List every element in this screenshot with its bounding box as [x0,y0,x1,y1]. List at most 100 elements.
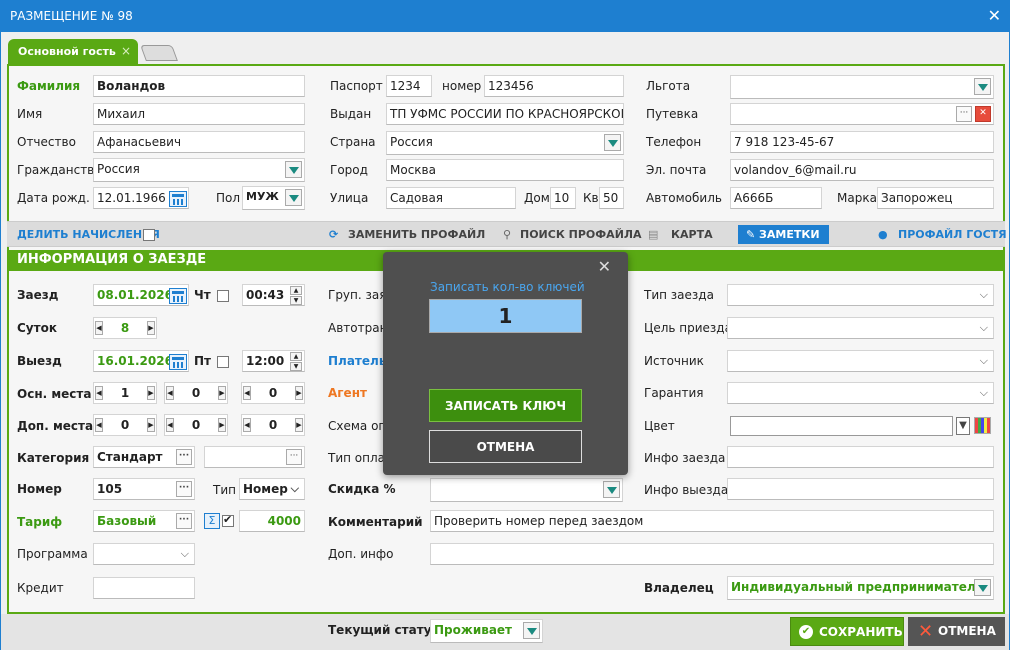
search-profile-button[interactable]: ПОИСК ПРОФАЙЛА [520,228,642,241]
increment-icon[interactable]: ▶ [147,386,155,400]
arrival-type-select[interactable]: ⌵ [727,284,994,306]
tab-close-icon[interactable]: × [121,44,131,58]
dropdown-icon[interactable] [974,78,991,95]
increment-icon[interactable]: ▶ [218,386,226,400]
first-name-field[interactable]: Михаил [93,103,305,125]
chevron-down-icon[interactable]: ⌵ [980,354,988,368]
time-spinner[interactable]: ▲ ▼ [290,351,302,371]
color-field[interactable] [730,416,953,436]
nights-stepper[interactable]: ◀ 8 ▶ [93,317,157,339]
calendar-icon[interactable] [169,288,187,304]
patronymic-field[interactable]: Афанасьевич [93,131,305,153]
dep-info-field[interactable] [727,478,994,500]
tariff-field[interactable]: Базовый ··· [93,510,195,532]
departure-time-field[interactable]: 12:00 ▲ ▼ [242,350,305,372]
dropdown-icon[interactable] [974,579,991,596]
decrement-icon[interactable]: ◀ [243,418,251,432]
category-field[interactable]: Стандарт ··· [93,446,195,468]
country-select[interactable]: Россия [386,131,624,155]
source-select[interactable]: ⌵ [727,350,994,372]
dropdown-icon[interactable] [285,161,302,178]
city-field[interactable]: Москва [386,159,624,181]
increment-icon[interactable]: ▶ [295,418,303,432]
extra-beds-stepper-2[interactable]: ◀ 0 ▶ [164,414,228,436]
birth-date-field[interactable]: 12.01.1966 [93,187,189,209]
departure-day-checkbox[interactable] [217,356,229,368]
notes-button[interactable]: ✎ ЗАМЕТКИ [738,225,829,244]
decrement-icon[interactable]: ◀ [95,321,103,335]
last-name-field[interactable]: Воландов [93,75,305,97]
more-icon[interactable]: ··· [176,481,192,497]
color-dropdown-icon[interactable]: ▼ [956,417,970,435]
tab-add[interactable] [140,45,178,61]
guarantee-select[interactable]: ⌵ [727,382,994,404]
map-button[interactable]: КАРТА [671,228,713,241]
main-beds-stepper-3[interactable]: ◀ 0 ▶ [241,382,305,404]
dropdown-icon[interactable] [604,134,621,151]
addinfo-field[interactable] [430,543,994,565]
passport-number-field[interactable]: 123456 [484,75,624,97]
more-icon[interactable]: ··· [286,449,302,465]
dropdown-icon[interactable] [603,481,620,498]
increment-icon[interactable]: ▶ [218,418,226,432]
close-icon[interactable]: ✕ [598,257,611,276]
decrement-icon[interactable]: ◀ [95,386,103,400]
credit-field[interactable] [93,577,195,599]
sum-icon[interactable]: Σ [204,513,220,529]
more-icon[interactable]: ··· [176,449,192,465]
calendar-icon[interactable] [169,191,187,207]
chevron-down-icon[interactable]: ⌵ [181,547,189,561]
subcategory-field[interactable]: ··· [204,446,305,468]
dialog-cancel-button[interactable]: ОТМЕНА [429,430,582,463]
calendar-icon[interactable] [169,354,187,370]
chevron-down-icon[interactable]: ⌵ [980,288,988,302]
dropdown-icon[interactable] [285,189,302,206]
benefit-select[interactable] [730,75,994,99]
chevron-down-icon[interactable]: ⌵ [980,386,988,400]
main-beds-stepper-2[interactable]: ◀ 0 ▶ [164,382,228,404]
arrival-day-checkbox[interactable] [217,290,229,302]
gender-select[interactable]: МУЖ [242,186,305,210]
car-field[interactable]: А666Б [730,187,822,209]
guest-profile-button[interactable]: ПРОФАЙЛ ГОСТЯ [898,228,1007,241]
split-charges-checkbox[interactable] [143,229,155,241]
keys-count-field[interactable]: 1 [429,299,582,333]
status-select[interactable]: Проживает [430,619,543,643]
decrement-icon[interactable]: ◀ [243,386,251,400]
street-field[interactable]: Садовая [386,187,516,209]
dropdown-icon[interactable] [523,622,540,639]
voucher-field[interactable]: ··· ✕ [730,103,994,125]
apt-field[interactable]: 50 [599,187,624,209]
more-icon[interactable]: ··· [956,106,972,122]
write-key-button[interactable]: ЗАПИСАТЬ КЛЮЧ [429,389,582,422]
replace-profile-button[interactable]: ЗАМЕНИТЬ ПРОФАЙЛ [348,228,485,241]
program-select[interactable]: ⌵ [93,543,195,565]
arrival-date-field[interactable]: 08.01.2026 [93,284,189,306]
main-beds-stepper-1[interactable]: ◀ 1 ▶ [93,382,157,404]
phone-field[interactable]: 7 918 123-45-67 [730,131,994,153]
decrement-icon[interactable]: ◀ [95,418,103,432]
email-field[interactable]: volandov_6@mail.ru [730,159,994,181]
discount-select[interactable] [430,478,623,502]
tab-main-guest[interactable]: Основной гость × [8,39,138,65]
increment-icon[interactable]: ▶ [147,418,155,432]
arr-info-field[interactable] [727,446,994,468]
citizenship-select[interactable]: Россия [93,158,305,182]
purpose-select[interactable]: ⌵ [727,317,994,339]
passport-series-field[interactable]: 1234 [386,75,432,97]
palette-icon[interactable] [974,417,991,434]
clear-icon[interactable]: ✕ [975,106,991,122]
save-button[interactable]: ✔ СОХРАНИТЬ [790,617,904,646]
arrival-time-field[interactable]: 00:43 ▲ ▼ [242,284,305,306]
comment-field[interactable]: Проверить номер перед заездом [430,510,994,532]
extra-beds-stepper-3[interactable]: ◀ 0 ▶ [241,414,305,436]
close-icon[interactable]: ✕ [988,6,1001,25]
more-icon[interactable]: ··· [176,513,192,529]
increment-icon[interactable]: ▶ [295,386,303,400]
increment-icon[interactable]: ▶ [147,321,155,335]
extra-beds-stepper-1[interactable]: ◀ 0 ▶ [93,414,157,436]
departure-date-field[interactable]: 16.01.2026 [93,350,189,372]
type-select[interactable]: Номер ⌵ [239,478,305,500]
decrement-icon[interactable]: ◀ [166,386,174,400]
house-field[interactable]: 10 [550,187,576,209]
